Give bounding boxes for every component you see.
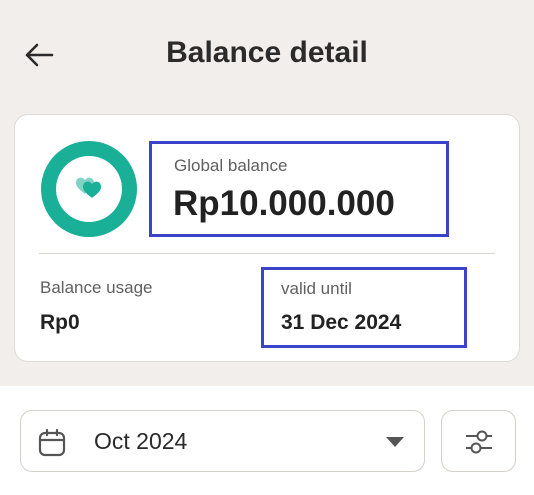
calendar-icon	[38, 428, 66, 457]
valid-until-label: valid until	[281, 279, 352, 298]
balance-usage-value: Rp0	[40, 311, 80, 334]
caret-down-icon	[386, 437, 404, 447]
valid-until-value: 31 Dec 2024	[281, 311, 402, 334]
balance-usage-label: Balance usage	[40, 278, 153, 297]
filter-button[interactable]	[441, 410, 516, 472]
month-dropdown[interactable]: Oct 2024	[20, 410, 425, 472]
app-header: Balance detail	[0, 0, 534, 110]
heart-icon	[76, 177, 101, 198]
divider	[39, 253, 495, 254]
global-balance-highlight: Global balance Rp10.000.000	[149, 141, 449, 237]
page-title: Balance detail	[166, 36, 368, 69]
balance-card: Global balance Rp10.000.000 Balance usag…	[14, 114, 520, 362]
global-balance-label: Global balance	[174, 156, 288, 175]
sliders-icon	[466, 430, 492, 454]
balance-avatar	[41, 141, 137, 237]
global-balance-value: Rp10.000.000	[173, 184, 395, 223]
month-value: Oct 2024	[94, 428, 188, 454]
filter-bar: Oct 2024	[0, 386, 534, 495]
valid-until-highlight: valid until 31 Dec 2024	[261, 267, 467, 348]
